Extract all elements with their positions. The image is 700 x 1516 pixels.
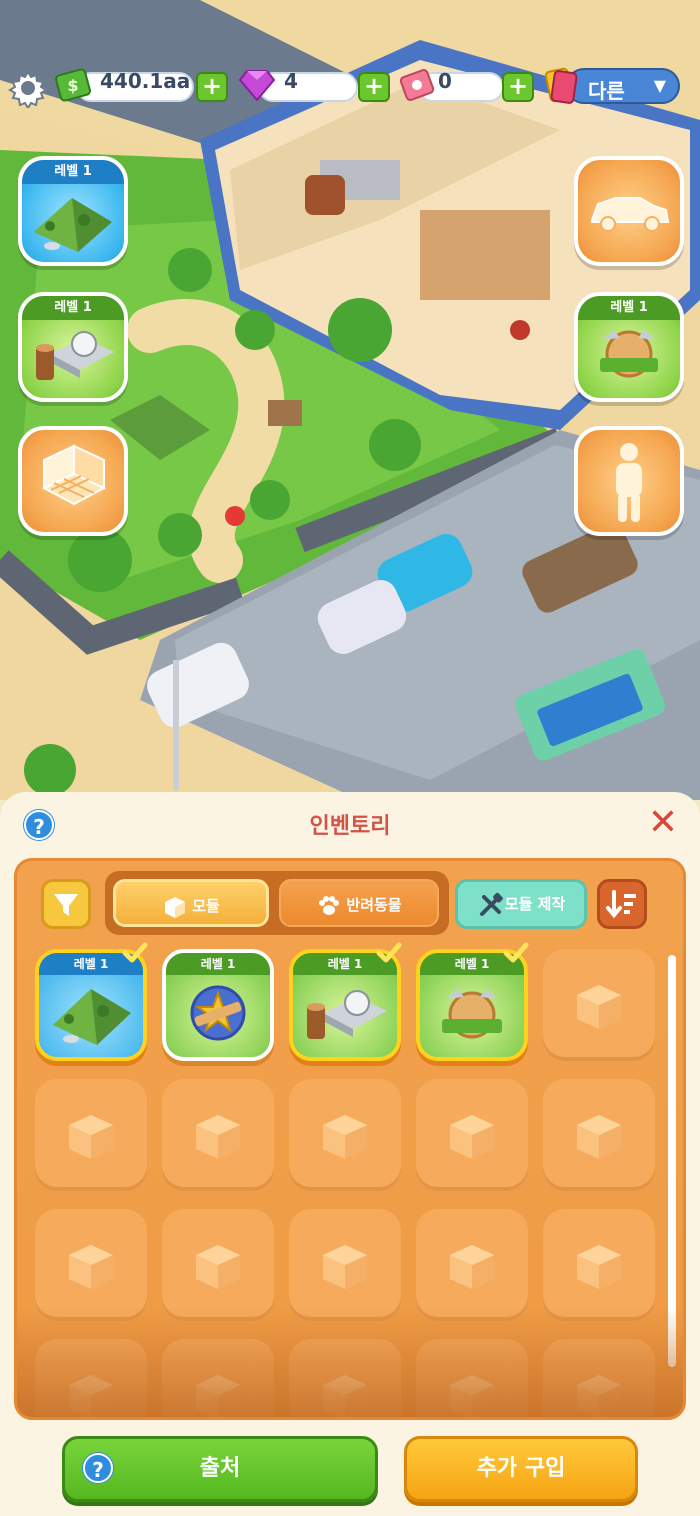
empty-slot[interactable] — [543, 1209, 655, 1321]
empty-slot[interactable] — [543, 949, 655, 1061]
tickets-value: 0 — [438, 69, 452, 93]
empty-slot[interactable] — [416, 1209, 528, 1321]
sort-button[interactable] — [597, 879, 647, 929]
cube-icon — [577, 1115, 621, 1159]
empty-slot[interactable] — [543, 1079, 655, 1191]
top-hud: $ 440.1aa + 4 + 0 + 다른 ▼ — [0, 64, 700, 110]
floor-grid-icon — [41, 444, 107, 506]
cash-value: 440.1aa — [100, 69, 191, 93]
empty-slot[interactable] — [289, 1079, 401, 1191]
checkmark-icon — [503, 942, 529, 963]
inventory-panel: ? 인벤토리 ✕ 모듈 반려동물 모듈 제작 레벨 1 레벨 1 레벨 1 레벨… — [0, 792, 700, 1516]
cube-icon — [450, 1115, 494, 1159]
help-icon[interactable]: ? — [83, 1453, 113, 1483]
craft-module-button[interactable]: 모듈 제작 — [455, 879, 587, 929]
tools-icon — [479, 892, 503, 916]
empty-slot[interactable] — [162, 1209, 274, 1321]
tent-module-button[interactable]: 레벨 1 — [18, 156, 128, 266]
scrollbar[interactable] — [668, 955, 676, 1367]
filter-button[interactable] — [41, 879, 91, 929]
inventory-item-sheriff[interactable]: 레벨 1 — [162, 949, 274, 1061]
gems-value: 4 — [284, 69, 298, 93]
cube-icon — [323, 1115, 367, 1159]
cash-icon: $ — [55, 68, 91, 102]
cube-icon — [577, 1245, 621, 1289]
checkmark-icon — [122, 942, 148, 963]
gear-icon[interactable] — [8, 68, 48, 108]
svg-text:$: $ — [67, 76, 78, 95]
tab-modules[interactable]: 모듈 — [113, 879, 269, 927]
cube-icon — [450, 1245, 494, 1289]
add-gems-button[interactable]: + — [358, 72, 390, 102]
sort-icon — [606, 890, 636, 919]
level-label: 레벨 1 — [22, 160, 124, 184]
dropdown-label: 다른 — [588, 79, 625, 103]
buy-more-label: 추가 구입 — [476, 1456, 566, 1481]
craft-module-label: 모듈 제작 — [504, 895, 566, 913]
funnel-icon — [54, 894, 78, 916]
staff-button[interactable] — [574, 426, 684, 536]
cards-icon — [544, 67, 578, 104]
close-icon[interactable]: ✕ — [646, 805, 680, 841]
tab-pets[interactable]: 반려동물 — [279, 879, 439, 927]
cube-icon — [165, 896, 186, 918]
source-button-label: 출처 — [199, 1456, 241, 1481]
vehicle-button[interactable] — [574, 156, 684, 266]
chevron-down-icon: ▼ — [653, 76, 666, 95]
empty-slot[interactable] — [162, 1079, 274, 1191]
grid-fade — [17, 1307, 683, 1417]
cube-icon — [196, 1115, 240, 1159]
gem-icon — [238, 70, 276, 102]
empty-slot[interactable] — [35, 1079, 147, 1191]
cube-icon — [69, 1115, 113, 1159]
lumberjack-module-button[interactable]: 레벨 1 — [574, 292, 684, 402]
person-icon — [616, 443, 642, 522]
car-icon — [591, 197, 670, 232]
checkmark-icon — [376, 942, 402, 963]
level-label: 레벨 1 — [166, 953, 270, 975]
paw-icon — [319, 895, 340, 915]
cube-icon — [577, 985, 621, 1029]
inventory-grid-container: 모듈 반려동물 모듈 제작 레벨 1 레벨 1 레벨 1 레벨 1 — [14, 858, 686, 1420]
add-tickets-button[interactable]: + — [502, 72, 534, 102]
tab-group: 모듈 반려동물 — [105, 871, 449, 935]
tab-modules-label: 모듈 — [192, 897, 220, 915]
level-label: 레벨 1 — [578, 296, 680, 320]
empty-slot[interactable] — [35, 1209, 147, 1321]
empty-slot[interactable] — [416, 1079, 528, 1191]
add-cash-button[interactable]: + — [196, 72, 228, 102]
source-button[interactable]: ? 출처 — [62, 1436, 378, 1502]
buy-more-button[interactable]: 추가 구입 — [404, 1436, 638, 1502]
cube-icon — [69, 1245, 113, 1289]
ticket-icon — [399, 69, 435, 101]
tab-pets-label: 반려동물 — [346, 896, 402, 914]
cube-icon — [323, 1245, 367, 1289]
sawmill-module-button[interactable]: 레벨 1 — [18, 292, 128, 402]
other-dropdown[interactable]: 다른 ▼ — [566, 68, 680, 104]
level-label: 레벨 1 — [22, 296, 124, 320]
empty-slot[interactable] — [289, 1209, 401, 1321]
cube-icon — [196, 1245, 240, 1289]
floor-plan-button[interactable] — [18, 426, 128, 536]
inventory-title: 인벤토리 — [309, 814, 391, 839]
